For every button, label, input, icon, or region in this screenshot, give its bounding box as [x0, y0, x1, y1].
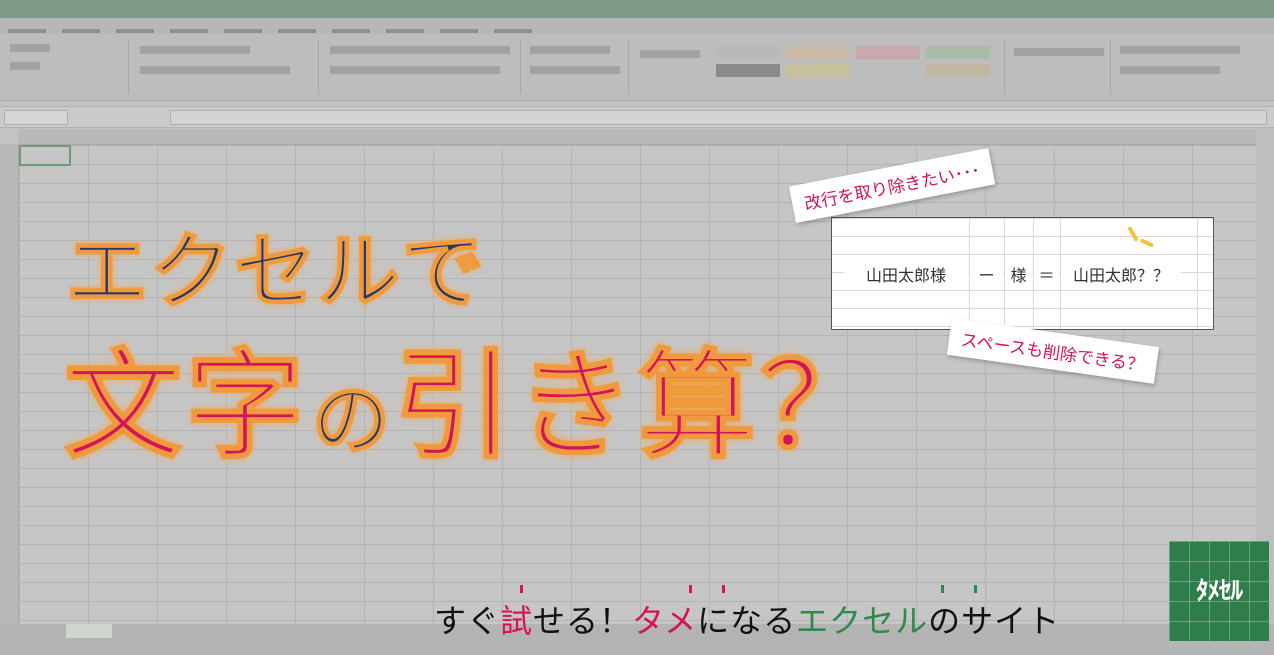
excel-formula-bar: [0, 106, 1274, 128]
example-cell-result: 山田太郎？？: [1061, 263, 1181, 289]
example-cell-sama: 様: [1005, 263, 1032, 289]
headline-particle-no: の: [311, 375, 391, 467]
excel-formula-input: [170, 110, 1267, 125]
tagline-part2: 試: [500, 602, 534, 640]
excel-name-box: [4, 110, 68, 125]
excel-row-header: [0, 144, 19, 624]
headline-word-moji: 文字: [63, 336, 309, 476]
tameseru-logo: ﾀﾒｾﾙ: [1169, 541, 1269, 641]
emphasis-dot: [974, 585, 977, 593]
excel-active-cell: [19, 145, 71, 166]
emphasis-dot: [722, 585, 725, 593]
emphasis-dot: [520, 585, 523, 593]
headline-word-hikizan: 引き算？: [393, 336, 883, 476]
excel-title-bar: [0, 0, 1274, 18]
emphasis-dot: [941, 585, 944, 593]
tagline-part1: すぐ: [434, 602, 501, 640]
headline-line1: エクセルで: [65, 224, 487, 321]
site-tagline: すぐ試せる！タメになるエクセルのサイト: [434, 596, 1060, 642]
example-cell-source: 山田太郎様: [844, 263, 968, 289]
tagline-part7: のサイト: [928, 602, 1061, 640]
example-cell-minus: ー: [970, 263, 1003, 289]
tagline-part6: エクセル: [796, 602, 929, 640]
tagline-part5: になる: [697, 602, 797, 640]
excel-column-header: [18, 129, 1256, 145]
emphasis-dot: [689, 585, 692, 593]
example-table: 山田太郎様 ー 様 ＝ 山田太郎？？: [831, 217, 1214, 330]
headline-line2: 文字の引き算？: [63, 310, 883, 481]
excel-ribbon-tabs: [0, 18, 1274, 34]
logo-text: ﾀﾒｾﾙ: [1195, 576, 1243, 605]
excel-sheet-tab: [66, 624, 112, 638]
example-cell-equals: ＝: [1034, 263, 1059, 289]
excel-ribbon: [0, 34, 1274, 101]
tagline-part4: タメ: [632, 602, 698, 640]
tagline-part3: せる！: [533, 602, 633, 640]
